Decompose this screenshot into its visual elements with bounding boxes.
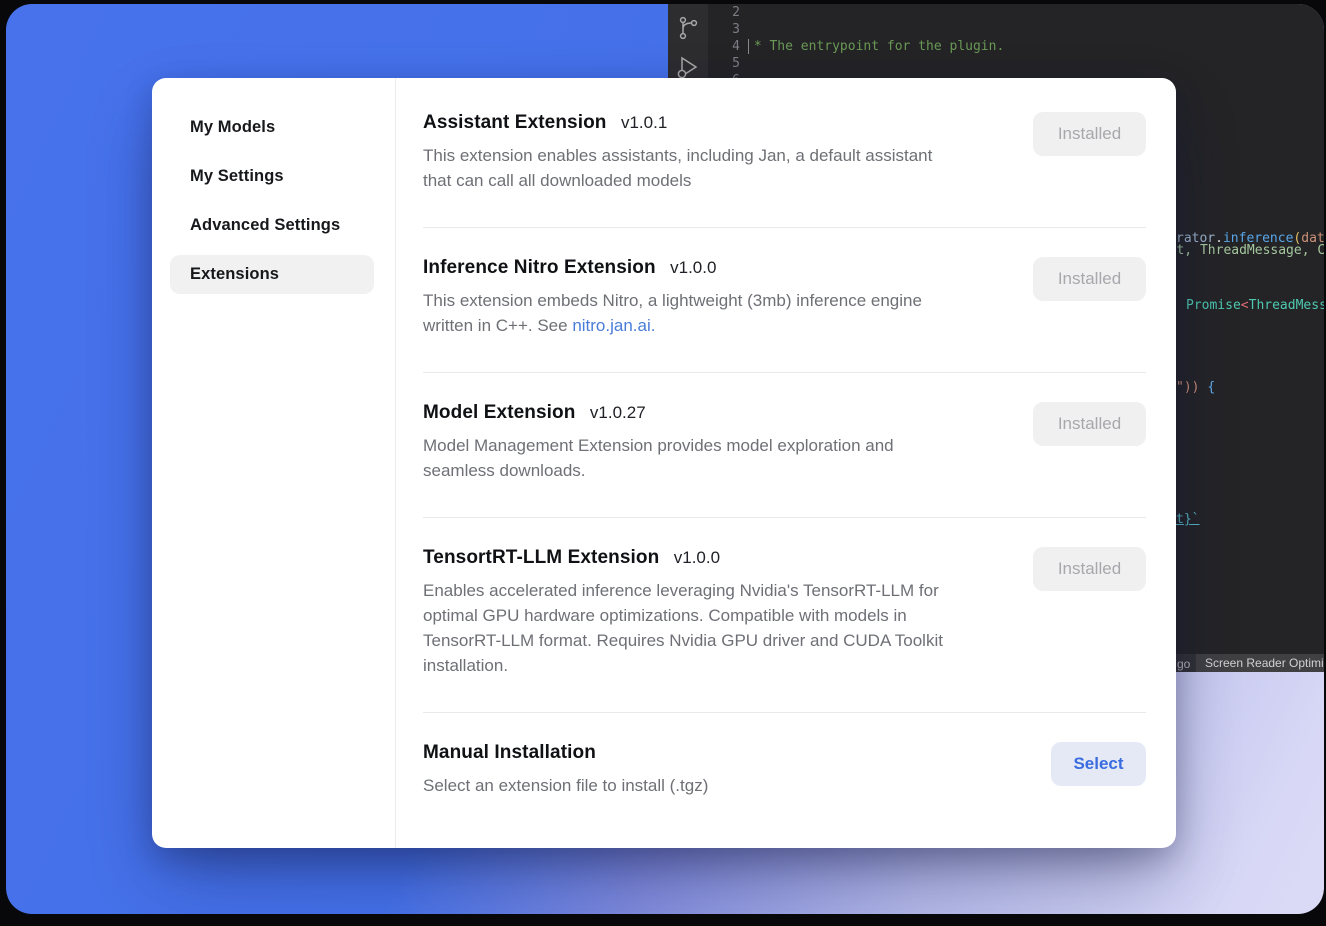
extension-description: Model Management Extension provides mode… — [423, 433, 894, 483]
manual-installation-row: Manual Installation Select an extension … — [423, 713, 1146, 798]
installed-button[interactable]: Installed — [1033, 547, 1146, 591]
extension-title: Assistant Extension v1.0.1 — [423, 112, 932, 134]
extensions-list: Assistant Extension v1.0.1 This extensio… — [396, 78, 1176, 848]
extension-title: TensortRT-LLM Extension v1.0.0 — [423, 547, 943, 569]
installed-button[interactable]: Installed — [1033, 402, 1146, 446]
extension-version: v1.0.0 — [674, 548, 720, 567]
status-bar-text: go — [1177, 656, 1190, 672]
code-fragment-inference: rator.inference(data)); — [1176, 230, 1324, 247]
sidebar-item-advanced-settings[interactable]: Advanced Settings — [170, 206, 374, 245]
installed-button[interactable]: Installed — [1033, 257, 1146, 301]
extension-name: Inference Nitro Extension — [423, 257, 656, 278]
select-file-button[interactable]: Select — [1051, 742, 1146, 786]
code-fragment-template: t}` — [1176, 511, 1199, 528]
text-cursor — [748, 39, 749, 54]
extension-name: TensortRT-LLM Extension — [423, 547, 659, 568]
editor-line-numbers: 2 3 4 5 6 — [708, 4, 740, 89]
sidebar-item-my-models[interactable]: My Models — [170, 108, 374, 147]
extension-version: v1.0.27 — [590, 403, 646, 422]
manual-installation-title: Manual Installation — [423, 742, 708, 764]
code-fragment-promise: Promise<ThreadMessage> — [1186, 297, 1324, 314]
extension-title: Inference Nitro Extension v1.0.0 — [423, 257, 922, 279]
app-background: 2 3 4 5 6 * The entrypoint for the plugi… — [6, 4, 1324, 914]
nitro-jan-ai-link[interactable]: nitro.jan.ai. — [572, 316, 655, 335]
extension-title: Model Extension v1.0.27 — [423, 402, 894, 424]
extension-name: Assistant Extension — [423, 112, 607, 133]
screen-reader-optimized-chip: Screen Reader Optimized — [1196, 654, 1324, 672]
sidebar-item-extensions[interactable]: Extensions — [170, 255, 374, 294]
code-line-2: * The entrypoint for the plugin. — [746, 38, 1324, 55]
extension-name: Model Extension — [423, 402, 575, 423]
manual-installation-name: Manual Installation — [423, 742, 596, 763]
sidebar-item-my-settings[interactable]: My Settings — [170, 157, 374, 196]
extension-description: This extension embeds Nitro, a lightweig… — [423, 288, 922, 338]
extension-row-assistant: Assistant Extension v1.0.1 This extensio… — [423, 104, 1146, 228]
extension-version: v1.0.0 — [670, 258, 716, 277]
settings-modal: My Models My Settings Advanced Settings … — [152, 78, 1176, 848]
settings-sidebar: My Models My Settings Advanced Settings … — [152, 78, 396, 848]
installed-button[interactable]: Installed — [1033, 112, 1146, 156]
extension-row-tensorrt-llm: TensortRT-LLM Extension v1.0.0 Enables a… — [423, 518, 1146, 713]
manual-installation-description: Select an extension file to install (.tg… — [423, 773, 708, 798]
extension-description: Enables accelerated inference leveraging… — [423, 578, 943, 678]
source-control-icon — [668, 14, 708, 42]
extension-version: v1.0.1 — [621, 113, 667, 132]
extension-row-model: Model Extension v1.0.27 Model Management… — [423, 373, 1146, 518]
extension-description: This extension enables assistants, inclu… — [423, 143, 932, 193]
extension-row-inference-nitro: Inference Nitro Extension v1.0.0 This ex… — [423, 228, 1146, 373]
code-fragment-brace: ")) { — [1176, 379, 1215, 396]
run-and-debug-icon — [668, 54, 708, 80]
